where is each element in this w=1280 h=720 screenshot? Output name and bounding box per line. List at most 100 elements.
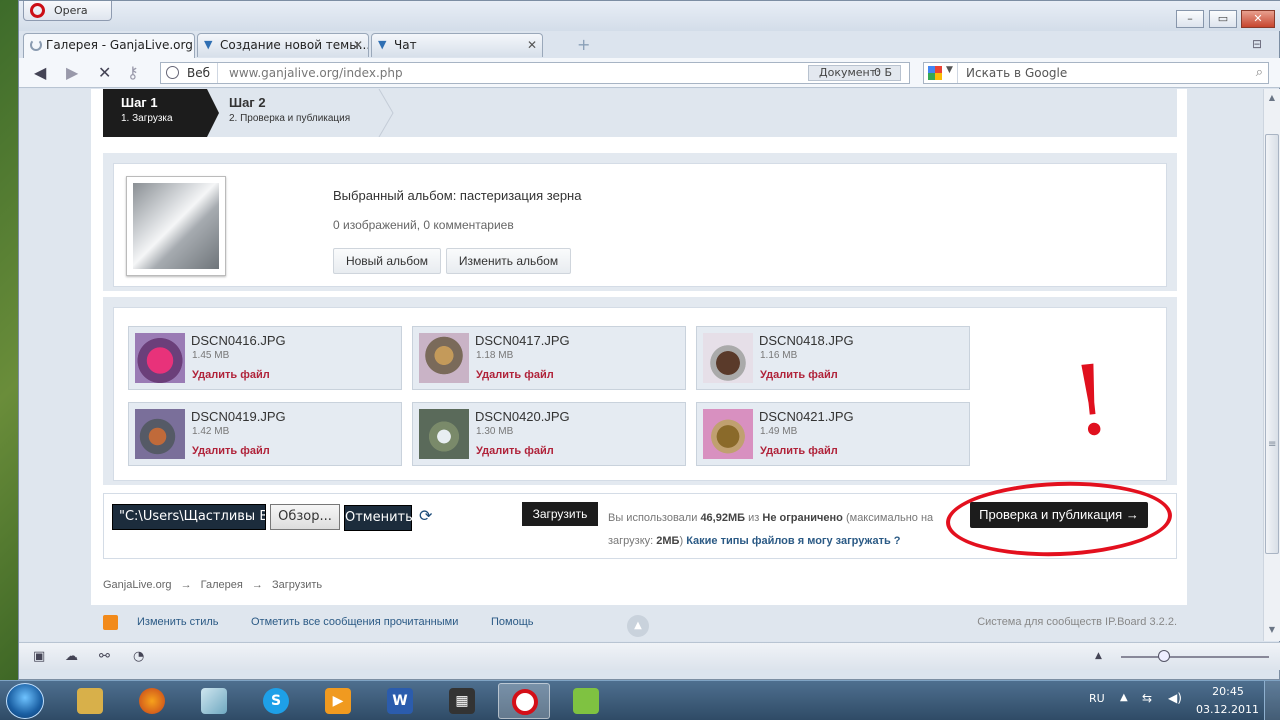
search-icon[interactable]: ⌕ <box>1256 65 1263 80</box>
wand-key-icon[interactable]: ⚷ <box>127 63 139 83</box>
file-path-input[interactable]: "C:\Users\Щастливы Вместе <box>112 504 266 530</box>
tab-gallery[interactable]: Галерея - GanjaLive.org <box>23 33 195 58</box>
mark-all-read-link[interactable]: Отметить все сообщения прочитанными <box>251 616 458 628</box>
forum-favicon-icon: ▼ <box>378 38 387 51</box>
file-size: 1.18 MB <box>476 350 514 361</box>
browse-button[interactable]: Обзор... <box>270 504 340 530</box>
new-tab-plus-icon[interactable]: + <box>577 37 590 53</box>
opera-menu-button[interactable]: Opera <box>23 1 112 21</box>
opera-link-icon[interactable]: ⚯ <box>99 649 110 664</box>
taskbar-explorer[interactable] <box>64 683 116 719</box>
opera-unite-cloud-icon[interactable]: ☁ <box>65 649 78 664</box>
review-and-publish-button[interactable]: Проверка и публикация → <box>970 502 1148 528</box>
breadcrumb-gallery-link[interactable]: Галерея <box>201 579 243 591</box>
breadcrumb: GanjaLive.org → Галерея → Загрузить <box>103 579 328 591</box>
scroll-down-arrow-icon[interactable]: ▼ <box>1267 625 1277 634</box>
file-types-link[interactable]: Какие типы файлов я могу загружать ? <box>686 535 900 547</box>
show-desktop-button[interactable] <box>1264 681 1280 720</box>
file-card: DSCN0416.JPG 1.45 MB Удалить файл <box>128 326 402 390</box>
google-icon <box>928 66 942 80</box>
clock-date[interactable]: 03.12.2011 <box>1196 703 1259 716</box>
maximize-button[interactable]: ▭ <box>1209 10 1237 28</box>
notepad-icon <box>201 688 227 714</box>
upload-steps: Шаг 1 1. Загрузка Шаг 2 2. Проверка и пу… <box>103 89 1177 137</box>
edit-album-button[interactable]: Изменить альбом <box>446 248 571 274</box>
tab-menu-icon[interactable]: ⊟ <box>1252 37 1262 51</box>
forward-arrow-icon[interactable]: ▶ <box>66 63 78 83</box>
tab-close-icon[interactable]: ✕ <box>353 34 363 56</box>
file-thumbnail <box>135 333 185 383</box>
folder-icon <box>77 688 103 714</box>
tab-title: Чат <box>394 38 417 52</box>
search-field[interactable]: ▼ Искать в Google ⌕ <box>923 62 1269 84</box>
taskbar-firefox[interactable] <box>126 683 178 719</box>
tab-close-icon[interactable]: ✕ <box>527 34 537 56</box>
taskbar-media[interactable]: ▶ <box>312 683 364 719</box>
stop-icon[interactable]: ✕ <box>98 63 111 83</box>
change-style-link[interactable]: Изменить стиль <box>137 616 219 628</box>
document-label: Документ: <box>819 66 880 79</box>
scroll-up-arrow-icon[interactable]: ▲ <box>1267 93 1277 102</box>
back-arrow-icon[interactable]: ◀ <box>34 63 46 83</box>
globe-icon <box>166 66 179 79</box>
delete-file-link[interactable]: Удалить файл <box>476 369 554 381</box>
volume-icon[interactable]: ◀) <box>1168 691 1182 705</box>
tab-title: Галерея - GanjaLive.org <box>46 38 193 52</box>
delete-file-link[interactable]: Удалить файл <box>192 369 270 381</box>
zoom-toggle-icon[interactable]: ▲ <box>1095 651 1102 661</box>
back-to-top-icon[interactable]: ▲ <box>627 615 649 637</box>
scrollbar-grip-icon: ≡ <box>1268 439 1277 450</box>
usage-of: из <box>748 512 760 524</box>
rss-icon[interactable] <box>103 615 118 630</box>
clock-time[interactable]: 20:45 <box>1200 685 1256 698</box>
zoom-slider-track[interactable] <box>1121 656 1269 658</box>
taskbar-opera[interactable] <box>498 683 550 719</box>
taskbar-app-green[interactable] <box>560 683 612 719</box>
powered-by: Система для сообществ IP.Board 3.2.2. <box>977 616 1177 628</box>
breadcrumb-home-link[interactable]: GanjaLive.org <box>103 579 172 591</box>
network-icon[interactable]: ⇆ <box>1142 691 1152 705</box>
green-app-icon <box>573 688 599 714</box>
delete-file-link[interactable]: Удалить файл <box>192 445 270 457</box>
document-size-value: 0 Б <box>873 66 892 79</box>
upload-controls-section: "C:\Users\Щастливы Вместе Обзор... Отмен… <box>103 478 1177 560</box>
taskbar-skype[interactable]: S <box>250 683 302 719</box>
upload-panel: "C:\Users\Щастливы Вместе Обзор... Отмен… <box>103 478 1177 560</box>
file-thumbnail <box>419 409 469 459</box>
file-thumbnail <box>703 333 753 383</box>
taskbar-video[interactable]: ▦ <box>436 683 488 719</box>
tab-chat[interactable]: ▼ Чат ✕ <box>371 33 543 57</box>
tray-expand-icon[interactable]: ▲ <box>1120 692 1128 703</box>
search-placeholder: Искать в Google <box>966 66 1068 80</box>
opera-icon <box>512 689 538 715</box>
minimize-button[interactable]: – <box>1176 10 1204 28</box>
step-divider-chevron <box>378 89 394 137</box>
new-album-button[interactable]: Новый альбом <box>333 248 441 274</box>
address-url[interactable]: www.ganjalive.org/index.php <box>229 63 403 83</box>
zoom-slider-knob[interactable] <box>1158 650 1170 662</box>
panel-toggle-icon[interactable]: ▣ <box>33 649 45 664</box>
file-card: DSCN0417.JPG 1.18 MB Удалить файл <box>412 326 686 390</box>
upload-button[interactable]: Загрузить <box>522 502 598 526</box>
file-size: 1.30 MB <box>476 426 514 437</box>
scrollbar-thumb[interactable] <box>1265 134 1279 554</box>
cancel-button[interactable]: Отменить <box>344 505 413 531</box>
uploaded-files-section: DSCN0416.JPG 1.45 MB Удалить файл DSCN04… <box>103 297 1177 485</box>
delete-file-link[interactable]: Удалить файл <box>760 445 838 457</box>
search-engine-selector[interactable]: ▼ <box>924 63 958 83</box>
taskbar-app[interactable] <box>188 683 240 719</box>
refresh-icon[interactable]: ⟳ <box>419 506 432 525</box>
help-link[interactable]: Помощь <box>491 616 534 628</box>
close-window-button[interactable]: ✕ <box>1241 10 1275 28</box>
address-web-badge[interactable]: Веб <box>161 63 218 83</box>
delete-file-link[interactable]: Удалить файл <box>760 369 838 381</box>
skype-icon: S <box>263 688 289 714</box>
turbo-icon[interactable]: ◔ <box>133 649 144 664</box>
vertical-scrollbar[interactable]: ▲ ≡ ▼ <box>1263 89 1280 641</box>
language-indicator[interactable]: RU <box>1089 692 1105 705</box>
taskbar-word[interactable]: W <box>374 683 426 719</box>
start-button[interactable] <box>6 683 44 719</box>
tab-new-topic[interactable]: ▼ Создание новой темы... ✕ <box>197 33 369 57</box>
address-bar[interactable]: Веб www.ganjalive.org/index.php Документ… <box>160 62 910 84</box>
delete-file-link[interactable]: Удалить файл <box>476 445 554 457</box>
